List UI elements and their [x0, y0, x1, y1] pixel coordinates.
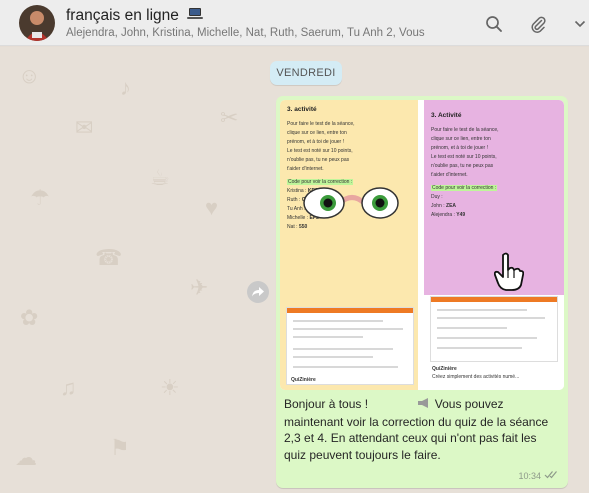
card-title: 3. activité — [287, 106, 317, 113]
preview-subcaption: Créez simplement des activités numé... — [432, 374, 520, 380]
message-text: Bonjour à tous ! Vous pouvez maintenant … — [284, 396, 560, 463]
chat-members: Alejendra, John, Kristina, Michelle, Nat… — [66, 27, 425, 39]
message-word: Vous — [434, 397, 462, 411]
card-instructions: Pour faire le test de la séance, clique … — [431, 126, 557, 220]
card-line: t'aider d'internet. — [431, 172, 468, 178]
card-line: prénom, et à toi de jouer ! — [431, 145, 488, 151]
card-line: t'aider d'internet. — [287, 166, 324, 172]
card-line: Pour faire le test de la séance, — [287, 121, 355, 127]
message-timestamp: 10:34 — [518, 470, 558, 481]
timestamp-text: 10:34 — [518, 470, 541, 481]
message-greeting: Bonjour à tous ! — [284, 397, 369, 411]
shared-image[interactable]: 3. activité Pour faire le test de la séa… — [280, 100, 564, 390]
chat-title-text: français en ligne — [66, 7, 179, 24]
code-row: John : ZEA — [431, 203, 457, 209]
code-label: Code pour voir la correction : — [431, 185, 498, 191]
chat-title[interactable]: français en ligne — [66, 7, 204, 26]
activity-card-right: 3. Activité Pour faire le test de la séa… — [424, 100, 564, 390]
laptop-icon — [187, 8, 204, 26]
message-bubble[interactable]: 3. activité Pour faire le test de la séa… — [276, 96, 568, 488]
card-line: clique sur ce lien, entre ton — [431, 136, 491, 142]
quiz-link-preview-right[interactable] — [430, 296, 558, 362]
double-check-icon — [544, 470, 558, 481]
card-line: n'oublie pas, tu ne peux pas — [287, 157, 350, 163]
preview-caption: QuiZinière — [291, 377, 316, 383]
card-line: prénom, et à toi de jouer ! — [287, 139, 344, 145]
code-row: Alejendra : Y49 — [431, 212, 466, 218]
group-avatar[interactable] — [19, 5, 55, 41]
megaphone-icon — [371, 397, 431, 414]
activity-card-left: 3. activité Pour faire le test de la séa… — [280, 100, 418, 390]
quiz-link-preview-left[interactable]: QuiZinière — [286, 307, 414, 385]
forward-icon[interactable] — [247, 281, 269, 303]
preview-caption: QuiZinière — [432, 366, 457, 372]
card-line: n'oublie pas, tu ne peux pas — [431, 163, 494, 169]
card-title: 3. Activité — [431, 112, 462, 119]
date-chip: VENDREDI — [270, 61, 342, 85]
search-icon[interactable] — [483, 13, 505, 35]
code-row: Duy : — [431, 194, 443, 200]
card-line: Le test est noté sur 10 points, — [287, 148, 353, 154]
eyes-icon — [300, 184, 404, 227]
chat-header: français en ligne Alejendra, John, Krist… — [0, 0, 589, 46]
chevron-down-icon[interactable] — [573, 13, 587, 35]
card-line: Pour faire le test de la séance, — [431, 127, 499, 133]
pointing-hand-icon — [493, 252, 525, 297]
card-line: Le test est noté sur 10 points, — [431, 154, 497, 160]
card-line: clique sur ce lien, entre ton — [287, 130, 347, 136]
paperclip-icon[interactable] — [527, 13, 549, 35]
